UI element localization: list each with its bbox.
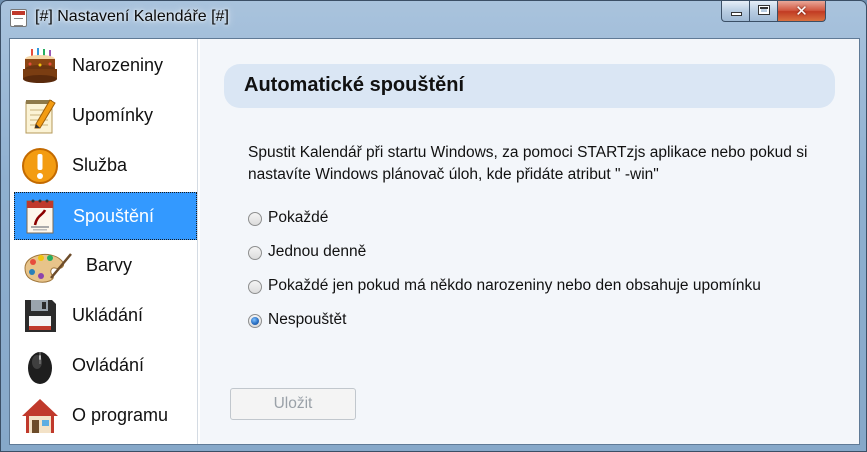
sidebar-item-label: O programu: [72, 405, 169, 425]
section-description: Spustit Kalendář při startu Windows, za …: [248, 144, 808, 183]
sidebar-item-label: Ovládání: [72, 355, 145, 375]
save-button[interactable]: Uložit: [230, 388, 356, 420]
sidebar-item-spousteni[interactable]: Spouštění: [14, 192, 197, 240]
sidebar-item-upominky[interactable]: Upomínky: [14, 92, 197, 140]
sidebar-item-narozeniny[interactable]: Narozeniny: [14, 42, 197, 90]
radio-button[interactable]: [248, 280, 262, 294]
sidebar: Narozeniny Upomínky Služba Spouštění Bar…: [10, 39, 198, 444]
radio-button[interactable]: [248, 212, 262, 226]
paint-palette-icon: [24, 253, 72, 283]
sidebar-item-label: Spouštění: [73, 206, 155, 226]
notepad-pencil-icon: [25, 99, 56, 134]
sidebar-item-label: Narozeniny: [72, 55, 164, 75]
calendar-app-icon[interactable]: [10, 9, 27, 27]
floppy-disk-icon: [25, 300, 56, 332]
radio-button-selected[interactable]: [248, 314, 262, 328]
sidebar-item-ukladani[interactable]: Ukládání: [14, 292, 197, 340]
birthday-cake-icon: [23, 48, 57, 83]
mouse-icon: [28, 352, 52, 384]
settings-window: [#] Nastavení Kalendáře [#] ✕ Narozeniny…: [0, 0, 867, 452]
settings-panel: Automatické spouštění Spustit Kalendář p…: [200, 39, 859, 444]
sidebar-item-label: Upomínky: [72, 105, 154, 125]
sidebar-item-label: Služba: [72, 155, 128, 175]
exclamation-icon: [22, 148, 58, 184]
sidebar-item-ovladani[interactable]: Ovládání: [14, 342, 197, 390]
maximize-icon: [758, 5, 770, 15]
section-title: Automatické spouštění: [244, 74, 465, 96]
sidebar-item-o-programu[interactable]: O programu: [14, 392, 197, 440]
radio-label[interactable]: Jednou denně: [268, 243, 366, 261]
minimize-button[interactable]: [721, 1, 750, 22]
client-area: Narozeniny Upomínky Služba Spouštění Bar…: [9, 38, 860, 445]
section-header: Automatické spouštění: [224, 64, 835, 108]
radio-button[interactable]: [248, 246, 262, 260]
calendar-launch-icon: [26, 199, 54, 234]
window-title: [#] Nastavení Kalendáře [#]: [35, 8, 229, 25]
minimize-icon: [731, 12, 742, 16]
sidebar-item-sluzba[interactable]: Služba: [14, 142, 197, 190]
radio-label[interactable]: Nespouštět: [268, 311, 346, 329]
title-bar[interactable]: [#] Nastavení Kalendáře [#] ✕: [1, 1, 866, 35]
radio-label[interactable]: Pokaždé: [268, 209, 328, 227]
radio-label[interactable]: Pokaždé jen pokud má někdo narozeniny ne…: [268, 277, 761, 295]
sidebar-item-label: Ukládání: [72, 305, 144, 325]
maximize-button[interactable]: [750, 1, 778, 22]
house-icon: [22, 399, 58, 433]
close-icon: ✕: [795, 2, 808, 20]
close-button[interactable]: ✕: [778, 1, 826, 22]
sidebar-item-barvy[interactable]: Barvy: [14, 242, 197, 290]
sidebar-item-label: Barvy: [86, 255, 133, 275]
